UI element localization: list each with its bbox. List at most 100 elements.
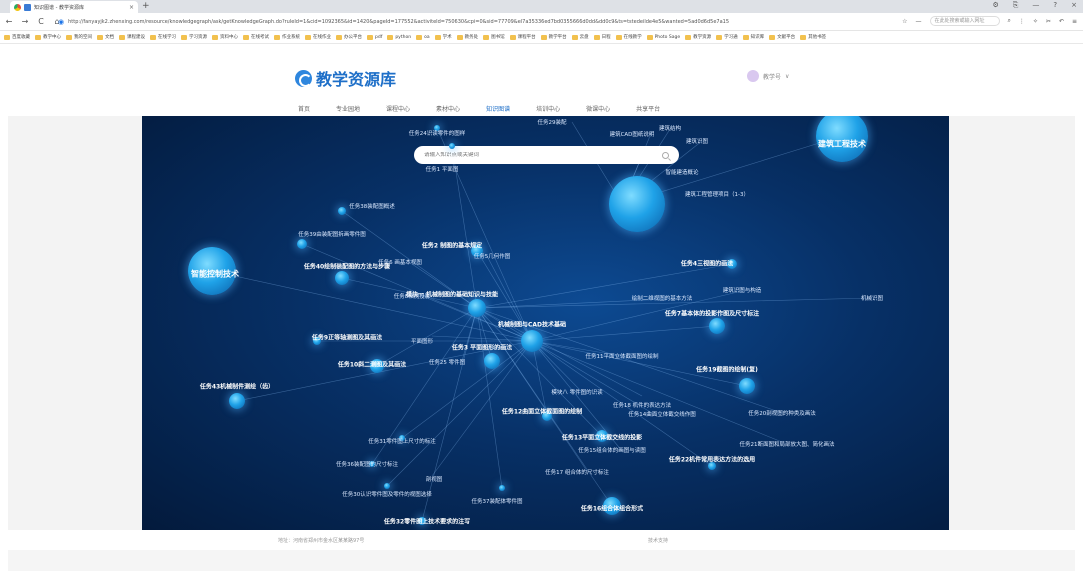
nav-item[interactable]: 培训中心 (536, 104, 560, 113)
bookmark-item[interactable]: 在线作业 (305, 34, 331, 40)
bookmark-item[interactable]: 知识库 (742, 34, 764, 40)
browser-tab[interactable]: 知识图谱 - 教学资源库 × (10, 1, 138, 13)
graph-node-label[interactable]: 任务14曲面立体截交线作图 (628, 410, 696, 418)
back-icon[interactable]: ← (5, 17, 13, 26)
graph-node-label[interactable]: 建筑识图与构造 (723, 286, 762, 294)
settings-icon[interactable]: ⚙ (993, 1, 999, 10)
graph-node[interactable] (709, 318, 725, 334)
graph-node[interactable] (335, 271, 349, 285)
bookmark-item[interactable]: python (387, 34, 411, 40)
graph-node-label[interactable]: 任务32零件图上技术要求的注写 (384, 517, 470, 526)
graph-node-label[interactable]: 任务29装配 (538, 118, 567, 126)
bookmark-item[interactable]: 资料中心 (212, 34, 238, 40)
graph-node-label[interactable]: 任务30认识零件图及零件的视图选择 (342, 490, 432, 498)
nav-item[interactable]: 知识图谱 (486, 104, 510, 113)
dash-icon[interactable]: — (916, 18, 922, 25)
graph-node-label[interactable]: 任务12曲面立体截面图的绘制 (502, 407, 582, 416)
graph-node-label[interactable]: 任务16组合体组合形式 (581, 504, 643, 513)
close-window-icon[interactable]: × (1071, 1, 1077, 10)
graph-node[interactable] (297, 239, 307, 249)
graph-node-label[interactable]: 建筑CAD图纸说明 (610, 130, 655, 138)
graph-node-label[interactable]: 任务1 平面图 (426, 165, 459, 173)
graph-node[interactable] (499, 485, 505, 491)
bookmark-item[interactable]: 课程建设 (119, 34, 145, 40)
graph-node-label[interactable]: 任务6 画基本视图 (378, 258, 422, 266)
graph-node[interactable] (449, 143, 455, 149)
cut-icon[interactable]: ✂ (1046, 18, 1051, 25)
graph-node-label[interactable]: 任务8轴测投影 (394, 292, 431, 300)
graph-node-label[interactable]: 模块八 零件图的识读 (551, 388, 602, 396)
graph-node-label[interactable]: 任务36装配图的尺寸标注 (336, 460, 398, 468)
star-icon[interactable]: ☆ (902, 18, 907, 25)
nav-item[interactable]: 共享平台 (636, 104, 660, 113)
forward-icon[interactable]: → (21, 17, 29, 26)
reload-icon[interactable]: C (37, 17, 45, 26)
knowledge-graph[interactable]: 建筑工程技术智能控制技术机械制图与CAD技术基础模块一 机械制图的基础知识与技能… (142, 116, 949, 530)
graph-node-label[interactable]: 任务15组合体的画图与读图 (578, 446, 646, 454)
browser-search-input[interactable]: 在此处搜索或输入网址 (929, 16, 1000, 26)
restore-icon[interactable]: ⎘ (1013, 1, 1019, 10)
graph-node-label[interactable]: 任务4三视图的画法 (681, 259, 733, 268)
bookmark-item[interactable]: 作业系统 (274, 34, 300, 40)
bookmark-item[interactable]: 图书馆 (483, 34, 505, 40)
graph-node-label[interactable]: 任务24识读零件的图样 (409, 129, 466, 137)
menu-icon[interactable]: ≡ (1072, 18, 1077, 25)
nav-item[interactable]: 课程中心 (386, 104, 410, 113)
nav-item[interactable]: 专业园地 (336, 104, 360, 113)
graph-node-label[interactable]: 建筑识图 (686, 137, 708, 145)
graph-node-label[interactable]: 任务2 制图的基本规定 (422, 241, 482, 250)
bookmark-item[interactable]: 办公平台 (336, 34, 362, 40)
graph-node-label[interactable]: 平面图形 (411, 337, 433, 345)
graph-node-label[interactable]: 剖视图 (426, 475, 443, 483)
bookmark-item[interactable]: 我的空间 (66, 34, 92, 40)
graph-node-label[interactable]: 任务25 零件图 (429, 358, 465, 366)
graph-node-label[interactable]: 任务13平面立体截交线的投影 (562, 433, 642, 442)
graph-node-label[interactable]: 任务11平面立体截面图的绘制 (586, 352, 659, 360)
graph-node-label[interactable]: 任务21断面图和局部放大图、简化画法 (740, 440, 835, 448)
bookmark-item[interactable]: 云盘 (571, 34, 589, 40)
bookmark-item[interactable]: 其他书签 (800, 34, 826, 40)
bookmark-item[interactable]: 在线学习 (150, 34, 176, 40)
graph-node-label[interactable]: 机械识图 (861, 294, 883, 302)
bookmark-item[interactable]: 教学中心 (35, 34, 61, 40)
graph-node-label[interactable]: 任务20剖视图的种类及画法 (748, 409, 816, 417)
graph-node-label[interactable]: 任务38装配图概述 (349, 202, 395, 210)
bookmark-item[interactable]: Photo Sage (646, 34, 680, 40)
graph-node[interactable] (468, 299, 486, 317)
graph-node[interactable] (229, 393, 245, 409)
tab-close-icon[interactable]: × (129, 4, 134, 11)
graph-search-input[interactable] (424, 152, 644, 158)
graph-node-label[interactable]: 任务18 机件的表达方法 (613, 401, 671, 409)
graph-node[interactable] (384, 483, 390, 489)
graph-node-label[interactable]: 智能建造概论 (665, 168, 698, 176)
graph-node[interactable] (609, 176, 665, 232)
search-icon[interactable]: ⌕ (1008, 17, 1011, 25)
minimize-icon[interactable]: — (1032, 1, 1039, 10)
bookmark-item[interactable]: 日程 (593, 34, 611, 40)
graph-node-label[interactable]: 建筑工程技术 (818, 139, 866, 150)
bookmark-item[interactable]: pdf (367, 34, 382, 40)
bookmark-item[interactable]: oa (416, 34, 430, 40)
graph-node-label[interactable]: 任务10斜二测图及其画法 (338, 360, 406, 369)
user-menu[interactable]: 教学号 ∨ (747, 70, 789, 82)
bookmark-item[interactable]: 学习资源 (181, 34, 207, 40)
new-tab-button[interactable]: + (142, 1, 150, 12)
bookmark-item[interactable]: 百度收藏 (4, 34, 30, 40)
graph-node-label[interactable]: 任务19截图的绘制(复) (696, 365, 758, 374)
graph-node-label[interactable]: 任务31零件图上尺寸的标注 (368, 437, 436, 445)
bookmark-item[interactable]: 学习通 (716, 34, 738, 40)
apps-icon[interactable]: ⋮ (1019, 18, 1025, 25)
bookmark-item[interactable]: 在线教学 (615, 34, 642, 40)
graph-node-label[interactable]: 任务9正等轴测图及其画法 (312, 333, 382, 342)
graph-node-label[interactable]: 任务3 平面图形的画法 (452, 343, 512, 352)
nav-item[interactable]: 首页 (298, 104, 310, 113)
nav-item[interactable]: 微课中心 (586, 104, 610, 113)
graph-node[interactable] (739, 378, 755, 394)
graph-node-label[interactable]: 建筑工程管理项目（1-3） (685, 190, 749, 198)
bookmark-item[interactable]: 教学资源 (685, 34, 711, 40)
graph-node-label[interactable]: 任务22机件常用表达方法的选用 (669, 455, 755, 464)
nav-item[interactable]: 素材中心 (436, 104, 460, 113)
graph-node[interactable] (338, 207, 346, 215)
undo-icon[interactable]: ↶ (1059, 18, 1064, 25)
bookmark-item[interactable]: 文献平台 (769, 34, 795, 40)
